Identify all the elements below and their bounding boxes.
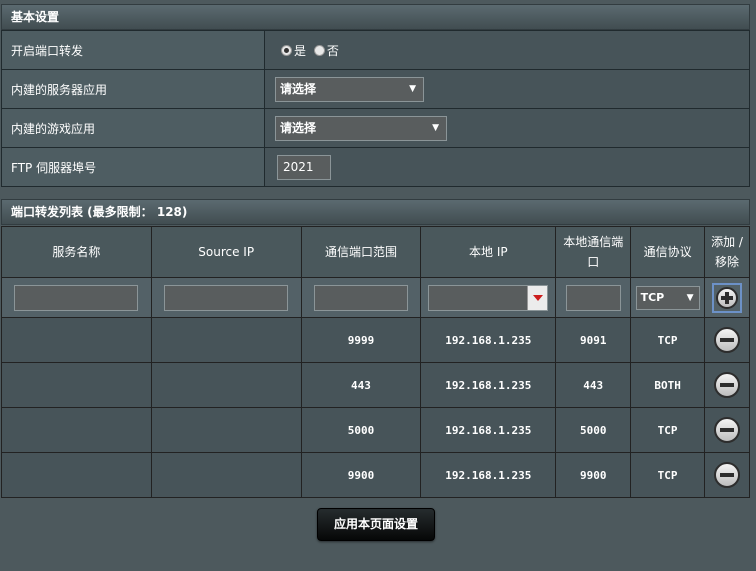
server-app-label: 内建的服务器应用	[1, 69, 265, 109]
ftp-port-label: FTP 伺服器埠号	[1, 147, 265, 187]
row-port-range: 9999	[300, 317, 422, 363]
game-app-row: 内建的游戏应用 请选择 ▼	[1, 108, 750, 148]
row-remove-cell	[704, 452, 750, 498]
new-local-port-cell	[555, 277, 632, 318]
row-remove-cell	[704, 407, 750, 453]
new-port-range-input[interactable]	[313, 284, 408, 311]
row-remove-cell	[704, 362, 750, 408]
new-service-cell	[1, 277, 152, 318]
table-row: 5000 192.168.1.235 5000 TCP	[1, 407, 750, 453]
remove-button[interactable]	[714, 417, 741, 443]
port-forward-list-table: 服务名称 Source IP 通信端口范围 本地 IP 本地通信端口 通信协议 …	[1, 226, 750, 498]
row-protocol: TCP	[630, 407, 706, 453]
row-source-ip	[150, 452, 302, 498]
chevron-down-icon: ▼	[409, 83, 416, 94]
new-source-ip-cell	[150, 277, 302, 318]
chevron-down-icon: ▼	[432, 122, 439, 133]
col-local-port-line1: 本地通信端	[563, 235, 624, 249]
col-source-ip: Source IP	[150, 226, 302, 278]
col-local-ip: 本地 IP	[420, 226, 557, 278]
new-rule-row: TCP ▼	[1, 277, 750, 318]
row-source-ip	[150, 317, 302, 363]
col-add-remove-line2: 移除	[715, 255, 740, 269]
enable-port-forward-row: 开启端口转发 是 否	[1, 30, 750, 70]
row-remove-cell	[704, 317, 750, 363]
enable-no-radio[interactable]	[313, 44, 325, 56]
row-service	[1, 452, 152, 498]
new-protocol-value: TCP	[640, 290, 665, 304]
new-port-range-cell	[300, 277, 422, 318]
row-local-ip: 192.168.1.235	[420, 407, 557, 453]
enable-port-forward-options: 是 否	[264, 30, 750, 70]
col-protocol: 通信协议	[630, 226, 706, 278]
new-service-name-input[interactable]	[14, 284, 139, 311]
minus-icon	[720, 383, 735, 387]
server-app-value: 请选择	[280, 81, 317, 96]
row-local-port: 9091	[555, 317, 632, 363]
row-service	[1, 362, 152, 408]
col-local-port-line2: 口	[587, 255, 600, 269]
row-port-range: 443	[300, 362, 422, 408]
new-source-ip-input[interactable]	[164, 284, 289, 311]
row-service	[1, 407, 152, 453]
row-protocol: TCP	[630, 452, 706, 498]
table-row: 9900 192.168.1.235 9900 TCP	[1, 452, 750, 498]
row-source-ip	[150, 407, 302, 453]
new-local-port-input[interactable]	[565, 284, 621, 311]
col-port-range: 通信端口范围	[300, 226, 422, 278]
remove-button[interactable]	[714, 372, 741, 398]
remove-button[interactable]	[714, 462, 741, 488]
ftp-port-row: FTP 伺服器埠号 2021	[1, 147, 750, 187]
server-app-cell: 请选择 ▼	[264, 69, 750, 109]
row-port-range: 5000	[300, 407, 422, 453]
row-local-ip: 192.168.1.235	[420, 362, 557, 408]
dropdown-arrow-icon[interactable]	[527, 285, 548, 310]
row-protocol: TCP	[630, 317, 706, 363]
game-app-select[interactable]: 请选择 ▼	[275, 115, 447, 141]
row-local-ip: 192.168.1.235	[420, 317, 557, 363]
row-local-port: 5000	[555, 407, 632, 453]
new-local-ip-input[interactable]	[428, 284, 549, 311]
chevron-down-icon: ▼	[686, 292, 694, 303]
port-forward-list-header: 端口转发列表 (最多限制： 128)	[1, 199, 750, 225]
row-source-ip	[150, 362, 302, 408]
col-add-remove: 添加 / 移除	[704, 226, 750, 278]
add-button[interactable]	[712, 282, 743, 313]
row-local-port: 9900	[555, 452, 632, 498]
game-app-cell: 请选择 ▼	[264, 108, 750, 148]
remove-button[interactable]	[714, 327, 741, 353]
ftp-port-cell: 2021	[264, 147, 750, 187]
col-service-name: 服务名称	[1, 226, 152, 278]
new-protocol-select[interactable]: TCP ▼	[635, 285, 700, 310]
col-add-remove-line1: 添加 /	[711, 235, 743, 249]
enable-yes-radio[interactable]	[281, 44, 292, 56]
enable-no-label: 否	[326, 43, 339, 58]
enable-yes-label: 是	[294, 43, 307, 58]
row-service	[1, 317, 152, 363]
game-app-label: 内建的游戏应用	[1, 108, 265, 148]
new-local-ip-cell	[420, 277, 557, 318]
basic-settings-table: 开启端口转发 是 否 内建的服务器应用 请选择 ▼ 内建的游戏应用 请选择 ▼ …	[1, 30, 750, 187]
minus-icon	[720, 428, 735, 432]
list-header-row: 服务名称 Source IP 通信端口范围 本地 IP 本地通信端口 通信协议 …	[1, 226, 750, 278]
row-port-range: 9900	[300, 452, 422, 498]
row-local-port: 443	[555, 362, 632, 408]
table-row: 9999 192.168.1.235 9091 TCP	[1, 317, 750, 363]
row-protocol: BOTH	[630, 362, 706, 408]
new-protocol-cell: TCP ▼	[630, 277, 706, 318]
server-app-select[interactable]: 请选择 ▼	[275, 76, 424, 102]
enable-port-forward-label: 开启端口转发	[1, 30, 265, 70]
minus-icon	[720, 473, 735, 477]
minus-icon	[720, 338, 735, 342]
basic-settings-header: 基本设置	[1, 4, 750, 30]
row-local-ip: 192.168.1.235	[420, 452, 557, 498]
apply-settings-button[interactable]: 应用本页面设置	[317, 508, 435, 541]
col-local-port: 本地通信端口	[555, 226, 632, 278]
plus-icon	[716, 286, 739, 309]
server-app-row: 内建的服务器应用 请选择 ▼	[1, 69, 750, 109]
table-row: 443 192.168.1.235 443 BOTH	[1, 362, 750, 408]
game-app-value: 请选择	[280, 120, 317, 135]
ftp-port-input[interactable]: 2021	[277, 154, 331, 180]
add-cell	[704, 277, 750, 318]
